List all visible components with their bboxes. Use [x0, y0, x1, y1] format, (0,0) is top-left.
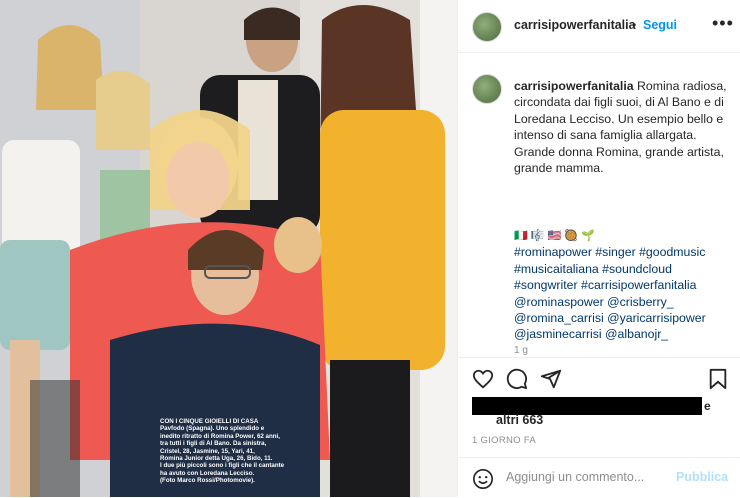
- paper-plane-icon[interactable]: [540, 368, 562, 390]
- photo-caption-line: inedito ritratto di Romina Power, 62 ann…: [160, 432, 280, 440]
- photo-caption-line: tra tutti i figli di Al Bano. Da sinistr…: [160, 440, 267, 448]
- mention-line[interactable]: @romina_carrisi @yaricarrisipower: [514, 310, 734, 326]
- hashtag-line[interactable]: #rominapower #singer #goodmusic: [514, 244, 734, 260]
- post-header: carrisipowerfanitalia • Segui •••: [458, 0, 740, 53]
- heart-icon[interactable]: [472, 368, 494, 390]
- avatar[interactable]: [472, 12, 502, 42]
- mention-line[interactable]: @rominaspower @crisberry_: [514, 294, 734, 310]
- actions-divider: [458, 357, 740, 358]
- header-username[interactable]: carrisipowerfanitalia: [514, 18, 636, 32]
- photo-caption-line: Pavfodo (Spagna). Uno splendido e: [160, 425, 265, 433]
- header-separator: •: [632, 18, 637, 32]
- likes-count[interactable]: altri 663: [496, 413, 543, 427]
- add-comment-bar: Aggiungi un commento... Pubblica: [458, 457, 740, 498]
- post-caption: carrisipowerfanitalia Romina radiosa, ci…: [514, 78, 729, 176]
- caption-username[interactable]: carrisipowerfanitalia: [514, 79, 634, 93]
- photo-caption: CON I CINQUE GIOIELLI DI CASA Pavfodo (S…: [160, 418, 310, 485]
- photo-caption-line: (Foto Marco Rossi/Photomovie).: [160, 477, 255, 485]
- hashtag-line[interactable]: #musicaitaliana #soundcloud: [514, 261, 734, 277]
- post-side-panel: carrisipowerfanitalia • Segui ••• carris…: [457, 0, 740, 497]
- comment-input[interactable]: Aggiungi un commento...: [506, 470, 644, 484]
- photo-caption-line: Romina Junior detta Uga, 26, Bido, 11.: [160, 455, 273, 463]
- bookmark-icon[interactable]: [708, 368, 728, 390]
- post-photo[interactable]: CON I CINQUE GIOIELLI DI CASA Pavfodo (S…: [0, 0, 457, 497]
- caption-text: Romina radiosa, circondata dai figli suo…: [514, 79, 727, 176]
- smiley-icon[interactable]: [472, 468, 494, 490]
- more-options-icon[interactable]: •••: [712, 13, 734, 34]
- photo-caption-line: I due più piccoli sono i figli che il ca…: [160, 462, 285, 470]
- comment-avatar[interactable]: [472, 74, 502, 104]
- likes-connector: e: [704, 399, 711, 413]
- follow-button[interactable]: Segui: [643, 18, 677, 32]
- publish-button[interactable]: Pubblica: [676, 470, 728, 484]
- photo-caption-line: ha avuto con Loredana Lecciso.: [160, 469, 255, 477]
- comment-bubble-icon[interactable]: [506, 368, 528, 390]
- photo-caption-line: CON I CINQUE GIOIELLI DI CASA: [160, 418, 259, 425]
- hashtag-line[interactable]: #songwriter #carrisipowerfanitalia: [514, 277, 734, 293]
- emoji-line: 🇮🇹 🎼 🇺🇸 🥘 🌱: [514, 230, 595, 242]
- post-date[interactable]: 1 GIORNO FA: [472, 435, 536, 446]
- photo-caption-line: Cristel, 28, Jasmine, 15, Yari, 41,: [160, 447, 255, 455]
- mention-line[interactable]: @jasminecarrisi @albanojr_: [514, 326, 734, 342]
- hashtag-block: 🇮🇹 🎼 🇺🇸 🥘 🌱 #rominapower #singer #goodmu…: [514, 228, 734, 343]
- comment-time: 1 g: [514, 345, 528, 356]
